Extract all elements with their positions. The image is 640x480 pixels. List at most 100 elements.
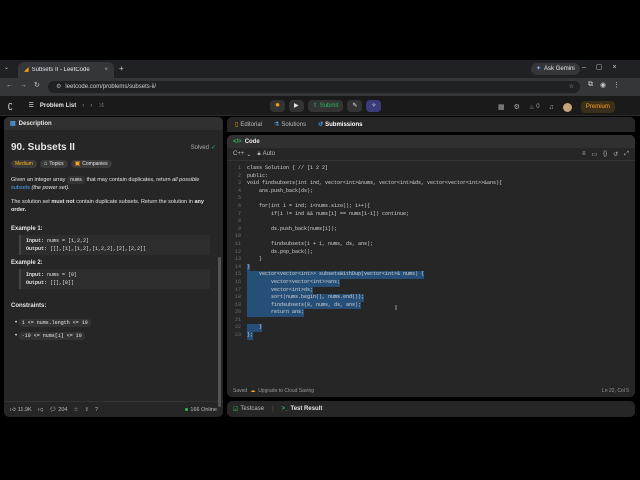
code-header: </> Code bbox=[227, 135, 635, 148]
code-line[interactable]: 18 sort(nums.begin(), nums.end()); bbox=[227, 294, 635, 302]
tab-test-result[interactable]: >_ Test Result bbox=[282, 406, 323, 412]
code-line[interactable]: 23}; bbox=[227, 332, 635, 340]
line-number: 15 bbox=[234, 271, 241, 278]
note-icon: ✎ bbox=[352, 103, 358, 109]
forward-icon[interactable]: → bbox=[20, 82, 27, 89]
line-number: 3 bbox=[237, 180, 241, 187]
shuffle-icon[interactable]: ⤨ bbox=[98, 103, 103, 109]
code-line[interactable]: 16 vector<vector<int>>ans; bbox=[227, 278, 635, 287]
auto-toggle[interactable]: 🔒︎ Auto bbox=[257, 151, 275, 158]
code-line[interactable]: 6 for(int i = ind; i<nums.size(); i++){ bbox=[227, 203, 635, 211]
code-editor[interactable]: 1 class Solution { // [1 2 2] 2 public: 3 voi… bbox=[227, 161, 635, 340]
code-line[interactable]: 20 return ans; bbox=[227, 309, 635, 317]
line-number: 16 bbox=[234, 278, 241, 285]
new-tab-icon[interactable]: + bbox=[119, 64, 124, 73]
ai-assist-button[interactable]: ✧ bbox=[366, 100, 382, 112]
code-line[interactable]: 15 vector<vector<int>> subsetsWithDup(ve… bbox=[227, 271, 635, 279]
comments-button[interactable]: 💬︎ 204 bbox=[49, 407, 67, 413]
notes-button[interactable]: ✎ bbox=[347, 100, 363, 112]
code-line[interactable]: 17 vector<int>ds; bbox=[227, 286, 635, 295]
companies-tag[interactable]: ▣ Companies bbox=[70, 160, 112, 168]
reset-icon[interactable]: ↺ bbox=[613, 151, 618, 158]
close-tab-icon[interactable]: × bbox=[104, 67, 108, 73]
language-select[interactable]: C++ ⌄ bbox=[233, 151, 251, 158]
profile-icon[interactable]: ◉ bbox=[600, 81, 606, 89]
problem-title: 90. Subsets II bbox=[11, 142, 75, 153]
submit-button[interactable]: ⇧ Submit bbox=[307, 100, 344, 112]
close-window-icon[interactable]: × bbox=[613, 64, 617, 71]
companies-label: Companies bbox=[82, 161, 108, 167]
tab-search-icon[interactable]: ⌄ bbox=[4, 64, 14, 74]
code-line[interactable]: 13 } bbox=[227, 256, 635, 264]
desc-bold: must not bbox=[51, 199, 75, 205]
browser-tab[interactable]: ◢ Subsets II - LeetCode × bbox=[18, 62, 114, 78]
favorite-star-icon[interactable]: ☆ bbox=[73, 407, 78, 413]
notification-bell-icon[interactable]: ♫ bbox=[549, 104, 554, 111]
code-line[interactable]: 11 findsubsets(i + 1, nums, ds, ans); bbox=[227, 241, 635, 249]
menu-dots-icon[interactable]: ⋮ bbox=[613, 81, 620, 89]
code-line[interactable]: 19 findsubsets(0, nums, ds, ans); bbox=[227, 301, 635, 310]
debug-button[interactable]: ✹ bbox=[270, 100, 286, 112]
topics-tag[interactable]: ⌂ Topics bbox=[39, 160, 68, 168]
example-1-title: Example 1: bbox=[11, 226, 43, 232]
tab-submissions[interactable]: ↺ Submissions bbox=[318, 121, 362, 129]
ask-gemini-button[interactable]: ✦ Ask Gemini bbox=[531, 63, 580, 75]
tab-solutions[interactable]: ⚗ Solutions bbox=[274, 121, 306, 129]
prev-problem-icon[interactable]: ‹ bbox=[82, 103, 84, 109]
difficulty-badge[interactable]: Medium bbox=[11, 160, 37, 168]
settings-icon[interactable]: ⚙ bbox=[514, 103, 520, 111]
code-line[interactable]: 4 ans.push_back(ds); bbox=[227, 188, 635, 196]
desc-text: Given an integer array bbox=[11, 177, 67, 183]
constraint-item: -10 <= nums[i] <= 10 bbox=[18, 332, 85, 340]
code-line[interactable]: 2 public: bbox=[227, 173, 635, 181]
code-line[interactable]: 1 class Solution { // [1 2 2] bbox=[227, 165, 635, 173]
fullscreen-icon[interactable]: ⤢ bbox=[624, 151, 629, 158]
extensions-icon[interactable]: ⧉ bbox=[588, 81, 593, 89]
tab-description[interactable]: Description bbox=[19, 121, 52, 127]
code-line[interactable]: 8 bbox=[227, 218, 635, 226]
tab-testcase[interactable]: ☑ Testcase bbox=[233, 406, 264, 413]
code-line[interactable]: 14} bbox=[227, 263, 635, 272]
bookmark-star-icon[interactable]: ☆ bbox=[569, 84, 574, 90]
code-line[interactable]: 9 ds.push_back(nums[i]); bbox=[227, 226, 635, 234]
maximize-icon[interactable]: ▢ bbox=[596, 63, 603, 71]
help-icon[interactable]: ? bbox=[95, 407, 98, 413]
line-number: 17 bbox=[234, 286, 241, 293]
code-text: vector<vector<int>> subsetsWithDup(vecto… bbox=[247, 271, 425, 279]
tab-editorial[interactable]: ▯ Editorial bbox=[235, 121, 262, 129]
problem-list-link[interactable]: Problem List bbox=[40, 103, 76, 109]
upgrade-link[interactable]: Upgrade to Cloud Saving bbox=[258, 388, 314, 394]
url-field[interactable]: ⚙ leetcode.com/problems/subsets-ii/ ☆ bbox=[48, 81, 580, 93]
braces-icon[interactable]: {} bbox=[603, 151, 607, 157]
dislike-icon[interactable]: 👎︎ bbox=[38, 407, 44, 413]
code-line[interactable]: 21 bbox=[227, 317, 635, 325]
browser-toolbar-icons: ⧉ ◉ ⋮ bbox=[588, 81, 620, 89]
code-line[interactable]: 7 if(i != ind && nums[i] == nums[i-1]) c… bbox=[227, 211, 635, 219]
layout-icon[interactable]: ▦ bbox=[498, 103, 505, 111]
streak-counter[interactable]: ♨ 0 bbox=[529, 104, 540, 111]
share-icon[interactable]: ⇪ bbox=[84, 407, 89, 413]
subsets-link[interactable]: subsets bbox=[11, 185, 30, 191]
user-avatar[interactable] bbox=[562, 102, 572, 112]
line-number: 4 bbox=[237, 187, 241, 194]
code-line[interactable]: 5 bbox=[227, 195, 635, 203]
bookmark-icon[interactable]: ▭ bbox=[591, 151, 597, 158]
tag-icon: ⌂ bbox=[43, 161, 48, 167]
like-button[interactable]: 👍︎ 11.9K bbox=[10, 407, 32, 413]
problem-list-icon[interactable]: ☰ bbox=[29, 103, 34, 109]
site-info-icon[interactable]: ⚙ bbox=[56, 84, 61, 90]
back-icon[interactable]: ← bbox=[6, 82, 13, 89]
run-button[interactable]: ▶ bbox=[289, 100, 304, 112]
premium-button[interactable]: Premium bbox=[580, 101, 615, 113]
code-line[interactable]: 22 } bbox=[227, 324, 635, 333]
code-line[interactable]: 3 void findsubsets(int ind, vector<int>&n… bbox=[227, 180, 635, 188]
reload-icon[interactable]: ↻ bbox=[34, 81, 40, 89]
leetcode-logo-icon[interactable]: ʗ bbox=[8, 101, 13, 110]
format-icon[interactable]: ≡ bbox=[582, 151, 586, 157]
minimize-icon[interactable]: – bbox=[582, 64, 586, 71]
code-line[interactable]: 10 bbox=[227, 233, 635, 241]
window-controls: – ▢ × bbox=[582, 63, 617, 72]
description-scrollbar[interactable] bbox=[218, 257, 221, 407]
code-line[interactable]: 12 ds.pop_back(); bbox=[227, 249, 635, 257]
next-problem-icon[interactable]: › bbox=[90, 103, 92, 109]
